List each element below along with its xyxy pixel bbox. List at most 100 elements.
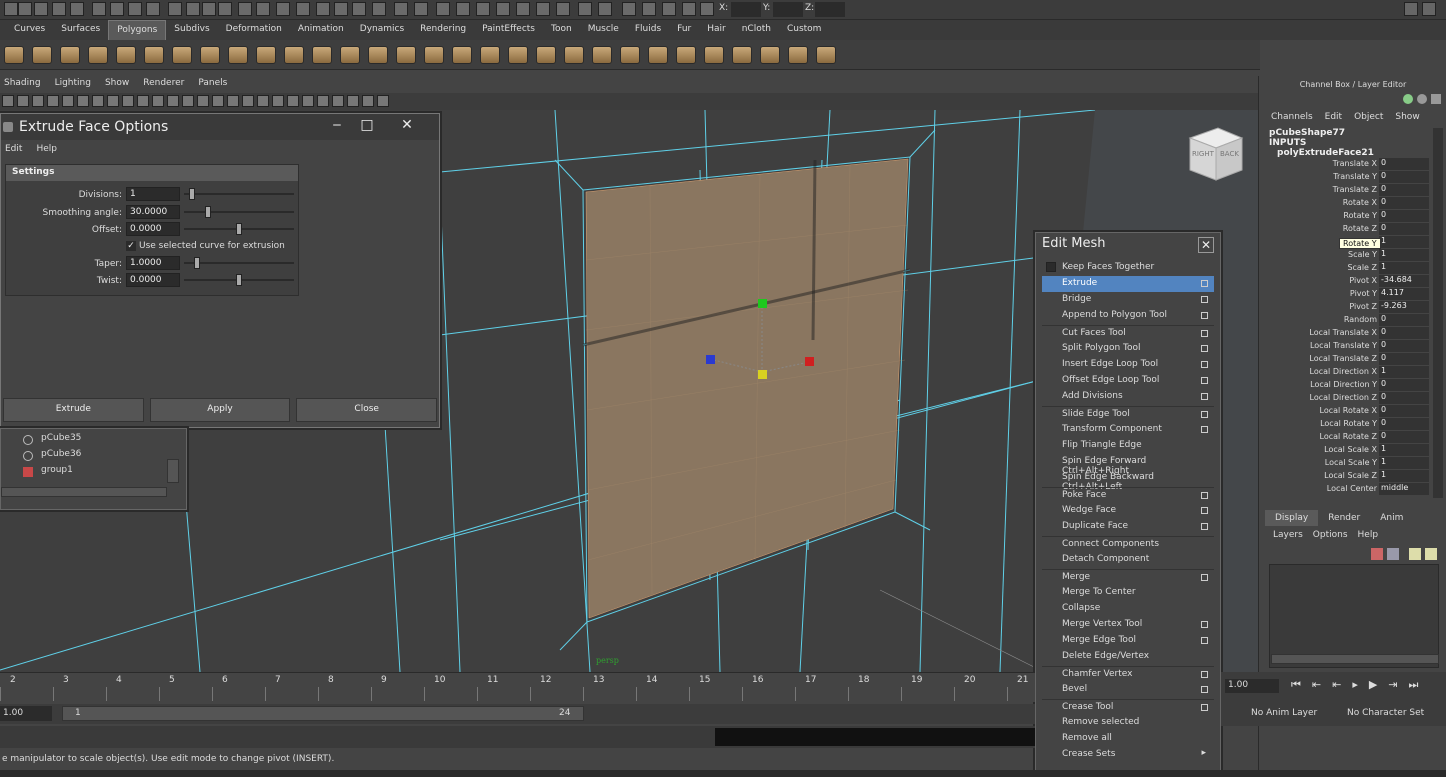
anim-layer-select[interactable]: No Anim Layer [1249, 706, 1339, 722]
toolbar-icon[interactable] [682, 2, 696, 16]
option-box-icon[interactable] [1201, 492, 1208, 499]
shelf-tool-icon[interactable] [4, 46, 24, 64]
toolbar-icon[interactable] [34, 2, 48, 16]
viewport-tool-icon[interactable] [347, 95, 359, 107]
shelf-tool-icon[interactable] [508, 46, 528, 64]
viewport-tool-icon[interactable] [287, 95, 299, 107]
slider-knob[interactable] [204, 206, 211, 218]
shelf-tab-dynamics[interactable]: Dynamics [352, 20, 412, 40]
viewport-menu-renderer[interactable]: Renderer [143, 78, 184, 93]
toolbar-icon[interactable] [414, 2, 428, 16]
viewport-tool-icon[interactable] [92, 95, 104, 107]
toolbar-icon[interactable] [476, 2, 490, 16]
speed-icon[interactable] [1417, 94, 1427, 104]
slider-knob[interactable] [236, 274, 242, 286]
option-box-icon[interactable] [1201, 330, 1208, 337]
shelf-tool-icon[interactable] [648, 46, 668, 64]
close-button[interactable]: Close [296, 398, 438, 422]
channel-row[interactable]: Local Scale Z1 [1269, 470, 1429, 483]
menu-item[interactable]: Crease Sets ▸ [1042, 747, 1214, 763]
menu-item[interactable]: Add Divisions [1042, 389, 1214, 405]
menu-item[interactable]: Merge To Center [1042, 585, 1214, 601]
menu-item[interactable]: Bridge [1042, 292, 1214, 308]
shelf-tool-icon[interactable] [340, 46, 360, 64]
option-box-icon[interactable] [1201, 312, 1208, 319]
option-box-icon[interactable] [1201, 637, 1208, 644]
viewport-tool-icon[interactable] [227, 95, 239, 107]
current-time-field[interactable]: 1.00 [1225, 679, 1279, 693]
shelf-tab-muscle[interactable]: Muscle [580, 20, 627, 40]
menu-item[interactable]: Delete Edge/Vertex [1042, 649, 1214, 665]
shelf-tool-icon[interactable] [116, 46, 136, 64]
maximize-button[interactable]: □ [353, 116, 381, 134]
layer-selected-icon[interactable] [1387, 548, 1399, 560]
shelf-tab-fluids[interactable]: Fluids [627, 20, 669, 40]
extrude-button[interactable]: Extrude [3, 398, 144, 422]
menu-item[interactable]: Bevel [1042, 682, 1214, 698]
pin-icon[interactable] [1431, 94, 1441, 104]
layer-hscrollbar[interactable] [1271, 654, 1439, 664]
toolbar-icon[interactable] [52, 2, 66, 16]
tab-render[interactable]: Render [1318, 510, 1370, 526]
toolbar-icon[interactable] [256, 2, 270, 16]
curve-extrusion-row[interactable]: ✓ Use selected curve for extrusion [6, 239, 300, 255]
coord-x-field[interactable] [731, 2, 761, 17]
tab-anim[interactable]: Anim [1370, 510, 1413, 526]
viewport-tool-icon[interactable] [212, 95, 224, 107]
channel-value[interactable]: 1 [1379, 262, 1429, 274]
shelf-tool-icon[interactable] [284, 46, 304, 64]
channel-value[interactable]: 0 [1379, 353, 1429, 365]
channel-row[interactable]: Translate Y0 [1269, 171, 1429, 184]
menu-channels[interactable]: Channels [1271, 112, 1313, 122]
menu-item[interactable]: Extrude [1042, 276, 1214, 292]
shelf-tab-surfaces[interactable]: Surfaces [53, 20, 108, 40]
channel-row[interactable]: Pivot Y 4.117 [1269, 288, 1429, 301]
settings-header[interactable]: Settings [6, 165, 298, 181]
shelf-tool-icon[interactable] [452, 46, 472, 64]
shelf-tool-icon[interactable] [592, 46, 612, 64]
viewport-tool-icon[interactable] [2, 95, 14, 107]
menu-item[interactable]: Remove selected [1042, 715, 1214, 731]
viewport-menu-lighting[interactable]: Lighting [55, 78, 91, 93]
viewport-menu-show[interactable]: Show [105, 78, 129, 93]
viewport-tool-icon[interactable] [32, 95, 44, 107]
channel-value[interactable]: 0 [1379, 418, 1429, 430]
channel-row[interactable]: Local Scale Y1 [1269, 457, 1429, 470]
channel-row[interactable]: Local Translate X0 [1269, 327, 1429, 340]
viewport-tool-icon[interactable] [317, 95, 329, 107]
channel-value[interactable]: 1 [1379, 249, 1429, 261]
viewport-tool-icon[interactable] [17, 95, 29, 107]
option-field[interactable]: 1 [126, 187, 180, 201]
option-box-icon[interactable] [1201, 507, 1208, 514]
option-field[interactable]: 1.0000 [126, 256, 180, 270]
menu-item[interactable]: Merge Vertex Tool [1042, 617, 1214, 633]
shelf-tab-ncloth[interactable]: nCloth [734, 20, 779, 40]
toolbar-icon[interactable] [276, 2, 290, 16]
channel-value[interactable]: 0 [1379, 431, 1429, 443]
shelf-tool-icon[interactable] [256, 46, 276, 64]
shelf-tool-icon[interactable] [32, 46, 52, 64]
menu-item[interactable]: Spin Edge Forward Ctrl+Alt+Right [1042, 454, 1214, 476]
outliner-hscrollbar[interactable] [1, 487, 167, 497]
menu-item[interactable]: Cut Faces Tool [1042, 325, 1214, 341]
toolbar-icon[interactable] [536, 2, 550, 16]
toolbar-icon[interactable] [372, 2, 386, 16]
coord-y-field[interactable] [773, 2, 803, 17]
viewport-tool-icon[interactable] [152, 95, 164, 107]
option-field[interactable]: 0.0000 [126, 222, 180, 236]
shelf-tool-icon[interactable] [88, 46, 108, 64]
shelf-tool-icon[interactable] [312, 46, 332, 64]
viewport-menu-shading[interactable]: Shading [4, 78, 41, 93]
menu-item[interactable]: Connect Components [1042, 536, 1214, 552]
shelf-tab-painteffects[interactable]: PaintEffects [474, 20, 543, 40]
slider-knob[interactable] [189, 188, 196, 200]
channel-value[interactable]: 4.117 [1379, 288, 1429, 300]
option-box-icon[interactable] [1201, 574, 1208, 581]
option-box-icon[interactable] [1201, 361, 1208, 368]
option-box-icon[interactable] [1201, 280, 1208, 287]
channel-value[interactable]: 1 [1379, 366, 1429, 378]
channel-row[interactable]: Local Direction Y0 [1269, 379, 1429, 392]
menu-help[interactable]: Help [1358, 530, 1379, 540]
channel-scrollbar[interactable] [1433, 128, 1443, 498]
toolbar-icon[interactable] [556, 2, 570, 16]
